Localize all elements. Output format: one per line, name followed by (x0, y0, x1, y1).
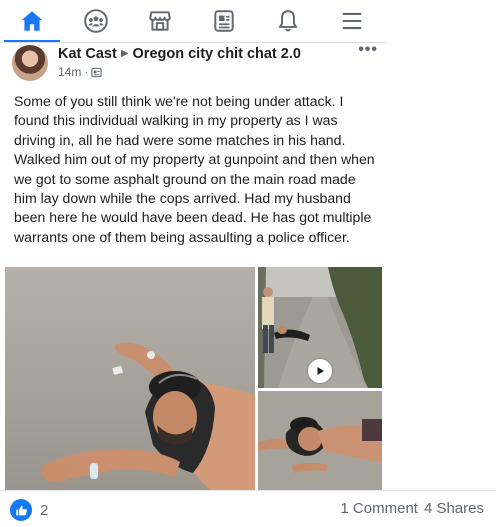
tab-groups[interactable] (64, 0, 128, 42)
engagement-stats: 1 Comment 4 Shares (340, 500, 484, 517)
author-line: Kat Cast ▶ Oregon city chit chat 2.0 (58, 46, 301, 62)
news-icon (214, 10, 234, 32)
like-reaction-icon (10, 499, 32, 521)
tab-marketplace[interactable] (128, 0, 192, 42)
more-options-button[interactable]: ••• (358, 41, 378, 59)
marketplace-icon (149, 11, 171, 31)
nav-divider (0, 42, 386, 43)
group-name[interactable]: Oregon city chit chat 2.0 (133, 46, 301, 62)
arrow-right-icon: ▶ (120, 48, 129, 59)
tab-menu[interactable] (320, 0, 384, 42)
author-name[interactable]: Kat Cast (58, 46, 117, 62)
post-text: Some of you still think we're not being … (14, 93, 375, 245)
tab-home[interactable] (0, 0, 64, 42)
home-icon (21, 11, 43, 31)
share-count[interactable]: 4 Shares (424, 500, 484, 517)
thumbs-up-icon (15, 505, 27, 515)
reaction-count: 2 (40, 501, 49, 519)
play-button[interactable] (308, 359, 332, 383)
tab-notifications[interactable] (256, 0, 320, 42)
groups-icon (84, 9, 108, 33)
video-thumbnail[interactable] (258, 267, 382, 388)
meta-separator: · (84, 65, 89, 79)
notifications-icon (278, 10, 298, 32)
menu-icon (342, 12, 362, 30)
secondary-photo[interactable] (258, 391, 382, 490)
author-avatar[interactable] (12, 45, 48, 81)
main-photo-drawing (5, 267, 255, 490)
post-header: Kat Cast ▶ Oregon city chit chat 2.0 14m ·… (12, 41, 384, 81)
post-timestamp[interactable]: 14m (58, 65, 81, 79)
secondary-photo-drawing (258, 391, 382, 490)
play-icon (317, 367, 324, 375)
top-navigation (0, 0, 386, 42)
comment-count[interactable]: 1 Comment (340, 500, 418, 517)
footer-divider (0, 490, 496, 491)
post-media (5, 267, 382, 490)
main-photo[interactable] (5, 267, 255, 490)
tab-news[interactable] (192, 0, 256, 42)
reactions-summary[interactable]: 2 (10, 499, 48, 521)
post-meta: 14m · (58, 65, 102, 79)
audience-icon (91, 67, 102, 77)
